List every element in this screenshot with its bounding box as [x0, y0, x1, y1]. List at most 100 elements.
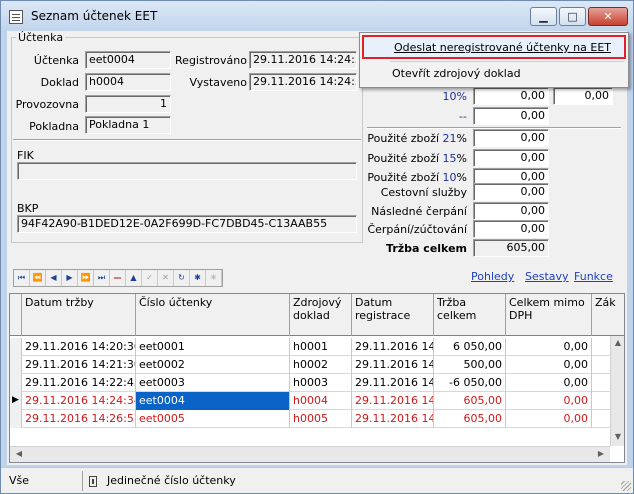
vat-dash-text: -- — [459, 110, 467, 123]
menu-item-open-source-document[interactable]: Otevřít zdrojový doklad — [362, 63, 626, 87]
cell-celkem-mimo-dph: 0,00 — [506, 374, 592, 392]
prev-record-icon: ◀ — [50, 273, 57, 282]
pouzite-zbozi-21-field[interactable]: 0,00 — [473, 129, 549, 147]
pokladna-field[interactable]: Pokladna 1 — [85, 116, 171, 134]
vat-10-base-field[interactable]: 0,00 — [473, 87, 549, 105]
filter-button[interactable]: ✱ — [190, 270, 206, 286]
pohledy-link[interactable]: Pohledy — [471, 270, 514, 283]
horizontal-scrollbar[interactable]: ◀ ▶ — [10, 446, 610, 462]
prev-page-button[interactable]: ⏪ — [30, 270, 46, 286]
cerpani-zuctovani-field[interactable]: 0,00 — [473, 220, 549, 238]
pokladna-label: Pokladna — [29, 120, 79, 133]
cell-zdrojovy-doklad: h0001 — [290, 338, 352, 356]
scroll-left-icon[interactable]: ◀ — [12, 449, 26, 458]
vat-dash-label: -- — [363, 110, 467, 123]
maximize-button[interactable]: □ — [559, 7, 586, 26]
cell-datum-registrace: 29.11.2016 14:2 — [352, 356, 434, 374]
cell-cislo-uctenky: eet0002 — [136, 356, 290, 374]
last-page-button[interactable]: ⏭ — [94, 270, 110, 286]
trzba-celkem-field[interactable]: 605,00 — [473, 239, 549, 257]
scroll-right-icon[interactable]: ▶ — [594, 449, 608, 458]
vertical-scrollbar[interactable]: ▲ ▼ — [610, 336, 624, 446]
table-row[interactable]: 29.11.2016 14:26:57 eet0005 h0005 29.11.… — [10, 410, 610, 428]
nasledne-cerpani-label: Následné čerpání — [371, 205, 467, 218]
status-divider — [82, 471, 83, 491]
asterisk-icon: ✱ — [194, 273, 201, 282]
menu-item-send-unregistered[interactable]: Odeslat neregistrované účtenky na EET — [362, 35, 626, 59]
refresh-button[interactable]: ↻ — [174, 270, 190, 286]
table-row[interactable]: 29.11.2016 14:22:43 eet0003 h0003 29.11.… — [10, 374, 610, 392]
minimize-button[interactable]: ▁ — [530, 7, 557, 26]
cell-cislo-uctenky: eet0003 — [136, 374, 290, 392]
row-indicator — [10, 356, 22, 374]
table-row[interactable]: 29.11.2016 14:21:30 eet0002 h0002 29.11.… — [10, 356, 610, 374]
uctenka-label: Účtenka — [33, 54, 79, 67]
provozovna-field[interactable]: 1 — [85, 95, 171, 113]
header-cislo-uctenky[interactable]: Číslo účtenky — [136, 294, 290, 336]
scroll-up-icon[interactable]: ▲ — [611, 338, 625, 347]
fik-field[interactable] — [17, 162, 357, 180]
registrovano-field[interactable]: 29.11.2016 14:24:35 — [249, 51, 357, 69]
table-row[interactable]: 29.11.2016 14:20:30 eet0001 h0001 29.11.… — [10, 338, 610, 356]
pouzite-zbozi-21-label: Použité zboží 21% — [363, 132, 467, 145]
minus-icon: — — [113, 273, 122, 282]
header-zdrojovy-doklad[interactable]: Zdrojový doklad — [290, 294, 352, 336]
prev-record-button[interactable]: ◀ — [46, 270, 62, 286]
next-page-button[interactable]: ⏩ — [78, 270, 94, 286]
edit-record-button[interactable]: ▲ — [126, 270, 142, 286]
doklad-field[interactable]: h0004 — [85, 73, 171, 91]
cestovni-sluzby-label: Cestovní služby — [380, 186, 467, 199]
pouzite-zbozi-10-suffix: % — [456, 171, 467, 184]
cell-cislo-uctenky: eet0005 — [136, 410, 290, 428]
post-button[interactable]: ✓ — [142, 270, 158, 286]
close-icon: ✕ — [603, 10, 613, 23]
header-indicator — [10, 294, 22, 336]
cell-cislo-uctenky-selected[interactable]: eet0004 — [136, 392, 290, 410]
clear-filter-button[interactable]: ✳ — [206, 270, 222, 286]
first-page-button[interactable]: ⏮ — [14, 270, 30, 286]
table-row-selected[interactable]: ▶ 29.11.2016 14:24:34 eet0004 h0004 29.1… — [10, 392, 610, 410]
pouzite-zbozi-10-rate: 10 — [442, 171, 457, 184]
client-area: Účtenka Účtenka eet0004 Doklad h0004 Reg… — [7, 31, 627, 465]
sestavy-link[interactable]: Sestavy — [525, 270, 569, 283]
vat-dash-field[interactable]: 0,00 — [473, 107, 549, 125]
menu-divider — [390, 61, 624, 62]
pouzite-zbozi-15-suffix: % — [456, 152, 467, 165]
main-window: Seznam účtenek EET ▁ □ ✕ Účtenka Účtenka… — [0, 0, 634, 494]
cell-trzba-celkem: 6 050,00 — [434, 338, 506, 356]
menu-item-send-unregistered-label: Odeslat neregistrované účtenky na EET — [394, 41, 611, 54]
cancel-edit-button[interactable]: ✕ — [158, 270, 174, 286]
uctenka-field[interactable]: eet0004 — [85, 51, 171, 69]
trzba-celkem-label: Tržba celkem — [386, 242, 467, 255]
pouzite-zbozi-21-prefix: Použité zboží — [367, 132, 440, 145]
cell-datum-trzby: 29.11.2016 14:20:30 — [22, 338, 136, 356]
pouzite-zbozi-15-field[interactable]: 0,00 — [473, 149, 549, 167]
prev-page-icon: ⏪ — [32, 273, 43, 282]
resize-grip-icon[interactable] — [621, 481, 631, 491]
header-celkem-mimo-dph[interactable]: Celkem mimo DPH — [506, 294, 592, 336]
title-bar[interactable]: Seznam účtenek EET ▁ □ ✕ — [1, 1, 633, 31]
vystaveno-label: Vystaveno — [189, 76, 247, 89]
nasledne-cerpani-field[interactable]: 0,00 — [473, 202, 549, 220]
x-icon: ✕ — [162, 273, 169, 282]
cell-datum-registrace: 29.11.2016 14:2 — [352, 392, 434, 410]
vat-10-vat-field[interactable]: 0,00 — [553, 87, 613, 105]
cell-trzba-celkem: 605,00 — [434, 392, 506, 410]
row-indicator — [10, 374, 22, 392]
header-datum-trzby[interactable]: Datum tržby — [22, 294, 136, 336]
cestovni-sluzby-field[interactable]: 0,00 — [473, 183, 549, 201]
menu-item-open-source-document-label: Otevřít zdrojový doklad — [392, 67, 521, 80]
refresh-icon: ↻ — [178, 273, 185, 282]
header-trzba-celkem[interactable]: Tržba celkem — [434, 294, 506, 336]
delete-record-button[interactable]: — — [110, 270, 126, 286]
bkp-field[interactable]: 94F42A90-B1DED12E-0A2F699D-FC7DBD45-C13A… — [17, 215, 357, 233]
next-record-button[interactable]: ▶ — [62, 270, 78, 286]
vystaveno-field[interactable]: 29.11.2016 14:24:34 — [249, 73, 357, 91]
fik-separator — [13, 139, 361, 141]
header-zaklad[interactable]: Zák — [592, 294, 624, 336]
funkce-link[interactable]: Funkce — [574, 270, 613, 283]
header-datum-registrace[interactable]: Datum registrace — [352, 294, 434, 336]
close-button[interactable]: ✕ — [588, 7, 628, 26]
scroll-down-icon[interactable]: ▼ — [611, 432, 625, 441]
status-hint: Jedinečné číslo účtenky — [107, 474, 236, 487]
